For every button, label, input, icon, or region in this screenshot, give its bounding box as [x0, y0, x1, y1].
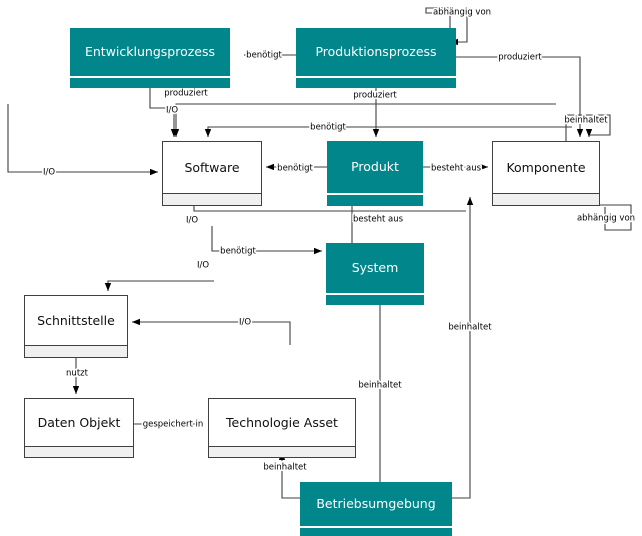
node-body-komponente: Komponente: [492, 141, 600, 193]
node-footer-software: [162, 194, 262, 206]
node-label-produktionsprozess: Produktionsprozess: [315, 44, 437, 60]
node-footer-komponente: [492, 194, 600, 206]
node-daten_objekt[interactable]: Daten Objekt: [24, 398, 134, 458]
edge-label-e20: beinhaltet: [263, 463, 307, 473]
edge-label-e16: I/O: [197, 261, 209, 271]
node-technologie_asset[interactable]: Technologie Asset: [208, 398, 356, 458]
node-footer-betriebsumgebung: [300, 528, 452, 536]
edge-e3: [456, 56, 584, 137]
edge-label-e12: abhängig von: [577, 214, 635, 224]
node-produkt[interactable]: Produkt: [327, 141, 423, 206]
node-label-technologie_asset: Technologie Asset: [226, 414, 338, 430]
node-footer-daten_objekt: [24, 447, 134, 458]
node-label-komponente: Komponente: [506, 159, 586, 175]
node-body-system: System: [326, 243, 424, 293]
edge-label-e10: besteht aus: [431, 164, 482, 174]
node-label-betriebsumgebung: Betriebsumgebung: [316, 496, 436, 512]
node-footer-produktionsprozess: [296, 78, 456, 88]
node-system[interactable]: System: [326, 243, 424, 305]
edge-label-e9: benötigt: [277, 164, 313, 174]
node-body-daten_objekt: Daten Objekt: [24, 398, 134, 446]
node-body-schnittstelle: Schnittstelle: [24, 295, 128, 345]
node-body-produktionsprozess: Produktionsprozess: [296, 28, 456, 76]
edge-label-e18: nutzt: [66, 369, 89, 379]
node-body-betriebsumgebung: Betriebsumgebung: [300, 482, 452, 526]
edge-label-e22: beinhaltet: [448, 323, 492, 333]
node-label-entwicklungsprozess: Entwicklungsprozess: [84, 44, 216, 60]
node-betriebsumgebung[interactable]: Betriebsumgebung: [300, 482, 452, 536]
edge-e16: [104, 280, 214, 291]
node-body-produkt: Produkt: [327, 141, 423, 193]
node-footer-produkt: [327, 195, 423, 206]
edge-label-e6: I/O: [166, 106, 178, 116]
node-body-entwicklungsprozess: Entwicklungsprozess: [70, 28, 230, 76]
edge-label-e5: produziert: [353, 91, 397, 101]
node-footer-technologie_asset: [208, 447, 356, 458]
node-label-system: System: [351, 260, 399, 276]
node-label-schnittstelle: Schnittstelle: [37, 312, 115, 328]
node-komponente[interactable]: Komponente: [492, 141, 600, 206]
edge-e7: [204, 126, 572, 137]
edge-e6: [172, 103, 556, 137]
node-body-software: Software: [162, 141, 262, 193]
edge-label-e15: benötigt: [220, 247, 256, 257]
edge-label-e17: I/O: [239, 318, 251, 328]
node-footer-schnittstelle: [24, 346, 128, 358]
edge-label-e8: beinhaltet: [564, 116, 608, 126]
edge-label-e19: gespeichert in: [143, 420, 204, 430]
diagram-canvas: benötigt abhängig von produziert produziert…: [0, 0, 642, 536]
edge-label-e1: benötigt: [246, 51, 282, 61]
node-entwicklungsprozess[interactable]: Entwicklungsprozess: [70, 28, 230, 88]
edge-label-e14: besteht aus: [353, 215, 404, 225]
edge-label-e11: I/O: [43, 168, 55, 178]
edge-label-e3: produziert: [498, 53, 542, 63]
node-software[interactable]: Software: [162, 141, 262, 206]
edge-label-e2: abhängig von: [433, 8, 491, 18]
edge-label-e4: produziert: [164, 89, 208, 99]
edge-label-e21: beinhaltet: [358, 381, 402, 391]
node-label-software: Software: [184, 159, 240, 175]
edge-label-e13: I/O: [186, 216, 198, 226]
edge-e17: [132, 318, 291, 345]
edge-label-e7: benötigt: [310, 123, 346, 133]
node-label-produkt: Produkt: [351, 159, 399, 175]
node-footer-system: [326, 295, 424, 305]
node-produktionsprozess[interactable]: Produktionsprozess: [296, 28, 456, 88]
edge-e11: [7, 104, 158, 176]
node-body-technologie_asset: Technologie Asset: [208, 398, 356, 446]
edge-e20: [278, 452, 300, 499]
node-label-daten_objekt: Daten Objekt: [37, 414, 121, 430]
node-schnittstelle[interactable]: Schnittstelle: [24, 295, 128, 358]
node-footer-entwicklungsprozess: [70, 78, 230, 88]
edge-e22: [452, 197, 474, 499]
